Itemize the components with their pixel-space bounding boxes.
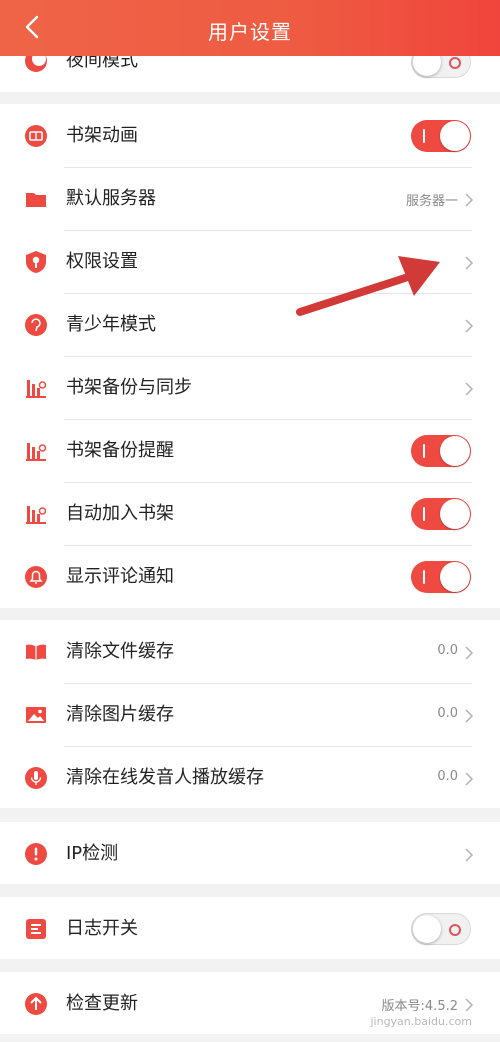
- image-icon: [26, 707, 46, 723]
- log-icon: [26, 919, 46, 939]
- chevron-right-icon: [465, 646, 474, 660]
- bookshelf-animation-icon: [25, 125, 47, 147]
- row-label: 书架动画: [66, 125, 138, 146]
- comment-notifications-toggle[interactable]: [411, 561, 471, 593]
- row-bookshelf-animation[interactable]: 书架动画: [0, 104, 500, 167]
- auto-add-toggle[interactable]: [411, 498, 471, 530]
- row-label: 检查更新: [66, 993, 138, 1014]
- settings-group-network: IP检测: [0, 822, 500, 884]
- bookshelf-animation-toggle[interactable]: [411, 120, 471, 152]
- auto-add-icon: [26, 506, 47, 524]
- row-auto-add-bookshelf[interactable]: 自动加入书架: [0, 482, 500, 545]
- youth-mode-icon: [25, 314, 47, 336]
- row-label: 默认服务器: [66, 188, 156, 209]
- row-backup-reminder[interactable]: 书架备份提醒: [0, 419, 500, 482]
- chevron-right-icon: [465, 848, 474, 862]
- row-label: 清除文件缓存: [66, 641, 174, 662]
- backup-sync-icon: [26, 380, 47, 398]
- upload-icon: [25, 993, 47, 1015]
- chevron-right-icon: [465, 772, 474, 786]
- row-label: 清除图片缓存: [66, 704, 174, 725]
- bell-icon: [25, 566, 47, 588]
- row-value: 0.0: [437, 643, 458, 658]
- row-label: 权限设置: [66, 251, 138, 272]
- backup-reminder-icon: [26, 443, 47, 461]
- row-label: 书架备份与同步: [66, 377, 192, 398]
- watermark-text: jingyan.baidu.com: [370, 1015, 472, 1028]
- row-label: 清除在线发音人播放缓存: [66, 767, 264, 788]
- row-comment-notifications[interactable]: 显示评论通知: [0, 545, 500, 608]
- backup-reminder-toggle[interactable]: [411, 435, 471, 467]
- row-label: 显示评论通知: [66, 566, 174, 587]
- row-backup-sync[interactable]: 书架备份与同步: [0, 356, 500, 419]
- row-value: 服务器一: [405, 194, 458, 209]
- annotation-arrow-icon: [296, 256, 440, 316]
- row-value: 0.0: [437, 706, 458, 721]
- row-value: 版本号:4.5.2: [381, 999, 458, 1014]
- chevron-right-icon: [465, 382, 474, 396]
- book-icon: [26, 644, 46, 660]
- chevron-right-icon: [465, 193, 474, 207]
- row-label: 日志开关: [66, 918, 138, 939]
- row-clear-voice-cache[interactable]: 清除在线发音人播放缓存 0.0: [0, 746, 500, 809]
- row-label: IP检测: [66, 843, 119, 864]
- row-clear-file-cache[interactable]: 清除文件缓存 0.0: [0, 620, 500, 683]
- row-ip-check[interactable]: IP检测: [0, 822, 500, 884]
- chevron-right-icon: [465, 998, 474, 1012]
- app-header: 用户设置: [0, 0, 500, 56]
- chevron-right-icon: [465, 709, 474, 723]
- row-value: 0.0: [437, 769, 458, 784]
- settings-group-main: 书架动画 默认服务器 服务器一 权限设置 青少年模式 书架备份与同步 书架备份提…: [0, 104, 500, 608]
- row-label: 书架备份提醒: [66, 440, 174, 461]
- chevron-right-icon: [465, 256, 474, 270]
- chevron-right-icon: [465, 319, 474, 333]
- settings-group-log: 日志开关: [0, 897, 500, 959]
- row-log-switch[interactable]: 日志开关: [0, 897, 500, 959]
- log-switch-toggle[interactable]: [411, 913, 471, 945]
- alert-icon: [25, 843, 47, 865]
- row-label: 青少年模式: [66, 314, 156, 335]
- row-label: 自动加入书架: [66, 503, 174, 524]
- microphone-icon: [25, 767, 47, 789]
- folder-icon: [26, 193, 46, 207]
- shield-icon: [26, 251, 46, 273]
- page-title: 用户设置: [208, 20, 292, 44]
- row-default-server[interactable]: 默认服务器 服务器一: [0, 167, 500, 230]
- settings-group-cache: 清除文件缓存 0.0 清除图片缓存 0.0 清除在线发音人播放缓存 0.0: [0, 620, 500, 808]
- row-clear-image-cache[interactable]: 清除图片缓存 0.0: [0, 683, 500, 746]
